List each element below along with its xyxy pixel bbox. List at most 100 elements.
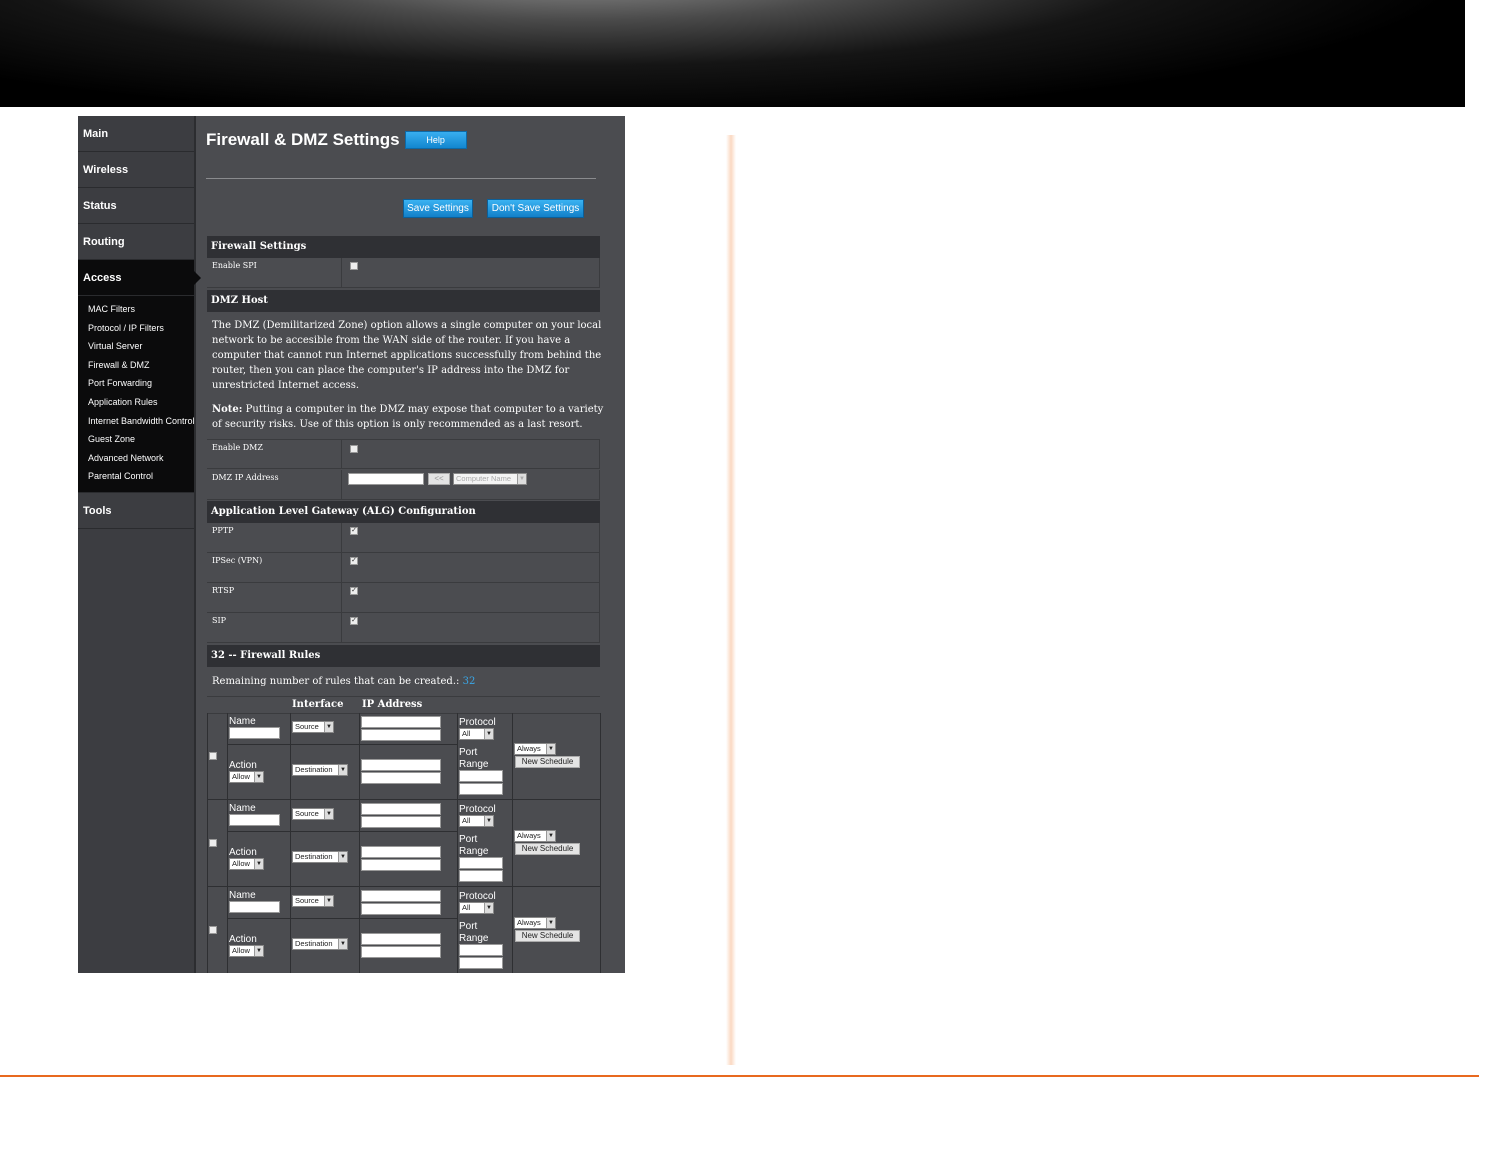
sidebar-item-bandwidth-control[interactable]: Internet Bandwidth Control: [78, 412, 195, 431]
grid-line: [600, 800, 601, 887]
grid-line: [227, 800, 228, 887]
rule-source-ip-end[interactable]: [361, 903, 441, 915]
sidebar-item-application-rules[interactable]: Application Rules: [78, 393, 194, 412]
nav-status[interactable]: Status: [78, 188, 194, 224]
nav-routing[interactable]: Routing: [78, 224, 194, 260]
grid-line: [457, 713, 458, 800]
rule-port-end[interactable]: [459, 783, 503, 795]
rule-port-start[interactable]: [459, 857, 503, 869]
rule-action-select[interactable]: Allow ▼: [229, 858, 264, 870]
rule-enable-checkbox[interactable]: [209, 839, 217, 847]
rule-range-label: Range: [459, 846, 489, 857]
rule-dest-ip-end[interactable]: [361, 772, 441, 784]
rule-destination-interface-select[interactable]: Destination ▼: [292, 764, 348, 776]
chevron-down-icon: ▼: [484, 903, 493, 913]
rule-enable-checkbox[interactable]: [209, 752, 217, 760]
rule-destination-interface-select[interactable]: Destination ▼: [292, 851, 348, 863]
nav-tools[interactable]: Tools: [78, 492, 194, 529]
nav-wireless[interactable]: Wireless: [78, 152, 194, 188]
rule-dest-ip-end[interactable]: [361, 859, 441, 871]
alg-checkbox-pptp[interactable]: ✓: [350, 527, 358, 535]
rule-dest-ip-start[interactable]: [361, 933, 441, 945]
enable-spi-checkbox[interactable]: [350, 262, 358, 270]
rule-action-select-value: Allow: [232, 946, 250, 955]
alg-checkbox-ipsec[interactable]: ✓: [350, 557, 358, 565]
rule-name-input[interactable]: [229, 901, 280, 913]
grid-line: [359, 887, 360, 973]
new-schedule-button[interactable]: New Schedule: [515, 843, 580, 855]
rule-port-label: Port: [459, 747, 478, 758]
sidebar-item-virtual-server[interactable]: Virtual Server: [78, 337, 194, 356]
dmz-ip-input[interactable]: [348, 473, 424, 485]
dmz-host-heading: DMZ Host: [207, 290, 600, 312]
rule-source-interface-select[interactable]: Source ▼: [292, 808, 334, 820]
computer-name-select[interactable]: Computer Name ▼: [453, 473, 527, 485]
rule-source-ip-end[interactable]: [361, 729, 441, 741]
chevron-down-icon: ▼: [546, 831, 555, 841]
rule-name-input[interactable]: [229, 727, 280, 739]
rule-destination-interface-select[interactable]: Destination ▼: [292, 938, 348, 950]
chevron-down-icon: ▼: [484, 816, 493, 826]
rule-source-ip-start[interactable]: [361, 803, 441, 815]
alg-checkbox-rtsp[interactable]: ✓: [350, 587, 358, 595]
save-settings-button[interactable]: Save Settings: [403, 199, 473, 218]
sidebar-item-port-forwarding[interactable]: Port Forwarding: [78, 374, 194, 393]
enable-spi-label: Enable SPI: [207, 258, 342, 287]
alg-checkbox-sip[interactable]: ✓: [350, 617, 358, 625]
enable-spi-row: Enable SPI: [207, 258, 600, 288]
rule-schedule-select[interactable]: Always ▼: [514, 830, 556, 842]
rule-protocol-select[interactable]: All ▼: [459, 902, 494, 914]
new-schedule-button[interactable]: New Schedule: [515, 756, 580, 768]
rule-port-start[interactable]: [459, 770, 503, 782]
enable-dmz-checkbox[interactable]: [350, 445, 358, 453]
rule-source-interface-select[interactable]: Source ▼: [292, 895, 334, 907]
alg-label-rtsp: RTSP: [207, 583, 342, 612]
sidebar-item-mac-filters[interactable]: MAC Filters: [78, 300, 194, 319]
rule-source-interface-select[interactable]: Source ▼: [292, 721, 334, 733]
rule-source-ip-start[interactable]: [361, 716, 441, 728]
rule-dest-ip-start[interactable]: [361, 846, 441, 858]
copy-computer-button[interactable]: <<: [428, 473, 450, 485]
rule-enable-checkbox[interactable]: [209, 926, 217, 934]
chevron-down-icon: ▼: [338, 765, 347, 775]
rule-source-ip-start[interactable]: [361, 890, 441, 902]
title-row: Firewall & DMZ Settings Help: [206, 130, 467, 150]
rule-action-label: Action: [229, 760, 257, 771]
grid-line: [600, 713, 601, 800]
sidebar-item-firewall-dmz[interactable]: Firewall & DMZ: [78, 356, 194, 375]
dmz-note: Note: Putting a computer in the DMZ may …: [212, 402, 604, 432]
rule-schedule-select[interactable]: Always ▼: [514, 917, 556, 929]
rule-port-start[interactable]: [459, 944, 503, 956]
alg-row-sip: SIP ✓: [207, 613, 600, 643]
help-button[interactable]: Help: [404, 131, 467, 149]
grid-line: [227, 887, 228, 973]
grid-line: [600, 887, 601, 973]
rule-port-end[interactable]: [459, 957, 503, 969]
rule-dest-ip-start[interactable]: [361, 759, 441, 771]
col-ip-address: IP Address: [362, 699, 423, 710]
new-schedule-button[interactable]: New Schedule: [515, 930, 580, 942]
sidebar: Main Wireless Status Routing Access MAC …: [78, 116, 201, 973]
rule-dest-ip-end[interactable]: [361, 946, 441, 958]
rule-action-select[interactable]: Allow ▼: [229, 945, 264, 957]
sidebar-item-guest-zone[interactable]: Guest Zone: [78, 430, 194, 449]
chevron-down-icon: ▼: [338, 939, 347, 949]
nav-main[interactable]: Main: [78, 116, 194, 152]
dont-save-settings-button[interactable]: Don't Save Settings: [487, 199, 584, 218]
router-admin-screenshot: Main Wireless Status Routing Access MAC …: [78, 116, 625, 973]
grid-line: [227, 918, 457, 919]
rule-protocol-select[interactable]: All ▼: [459, 815, 494, 827]
rule-source-ip-end[interactable]: [361, 816, 441, 828]
sidebar-item-protocol-ip-filters[interactable]: Protocol / IP Filters: [78, 319, 194, 338]
rule-port-end[interactable]: [459, 870, 503, 882]
rule-schedule-select[interactable]: Always ▼: [514, 743, 556, 755]
rule-source-interface-select-value: Source: [295, 896, 319, 905]
sidebar-item-parental-control[interactable]: Parental Control: [78, 467, 194, 486]
rule-name-input[interactable]: [229, 814, 280, 826]
rule-action-select[interactable]: Allow ▼: [229, 771, 264, 783]
enable-dmz-label: Enable DMZ: [207, 440, 342, 468]
nav-access[interactable]: Access: [78, 260, 201, 296]
chevron-down-icon: ▼: [254, 859, 263, 869]
rule-protocol-select[interactable]: All ▼: [459, 728, 494, 740]
sidebar-item-advanced-network[interactable]: Advanced Network: [78, 449, 194, 468]
